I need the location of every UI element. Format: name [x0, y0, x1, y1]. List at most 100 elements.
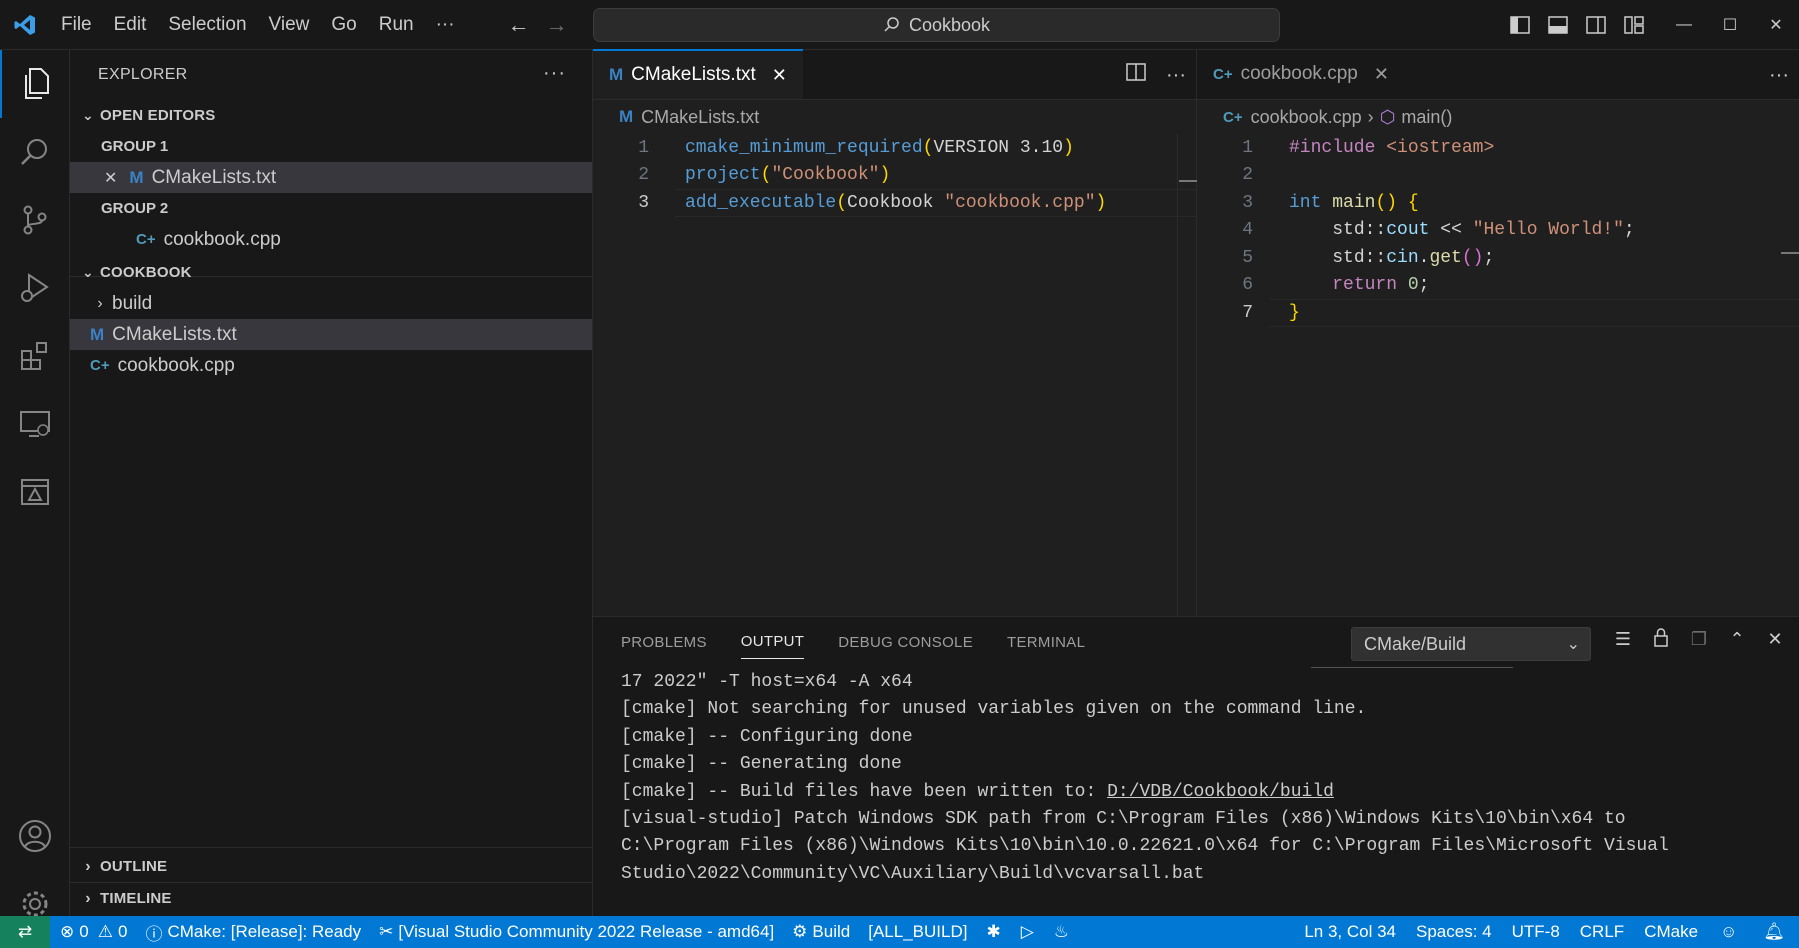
cpp-file-icon: C+ — [90, 357, 110, 374]
maximize-icon[interactable]: ☐ — [1707, 0, 1753, 50]
output-path-link[interactable]: D:/VDB/Cookbook/build — [1107, 782, 1334, 802]
lock-scroll-icon[interactable] — [1649, 627, 1673, 652]
output-line-with-link: [cmake] -- Build files have been written… — [621, 779, 1799, 806]
toggle-secondary-sidebar-icon[interactable] — [1577, 0, 1615, 50]
open-editors-section[interactable]: ⌄ OPEN EDITORS — [70, 100, 592, 131]
encoding[interactable]: UTF-8 — [1502, 916, 1570, 948]
end-of-line[interactable]: CRLF — [1570, 916, 1634, 948]
open-editor-item-cmakelists[interactable]: ✕ M CMakeLists.txt — [70, 162, 592, 193]
group-2-header[interactable]: GROUP 2 — [70, 193, 592, 224]
menu-selection[interactable]: Selection — [157, 14, 257, 36]
open-editors-label: OPEN EDITORS — [100, 107, 216, 124]
maximize-panel-icon[interactable]: ⌃ — [1725, 629, 1749, 650]
more-actions-icon[interactable]: ··· — [1769, 64, 1789, 87]
back-arrow-icon[interactable]: ← — [500, 12, 538, 38]
breadcrumb-file[interactable]: CMakeLists.txt — [641, 107, 759, 128]
build-button[interactable]: ⚙ Build — [783, 916, 859, 948]
menu-file[interactable]: File — [50, 14, 103, 36]
customize-layout-icon[interactable] — [1615, 0, 1653, 50]
ctest-flame-icon[interactable]: ♨ — [1044, 916, 1079, 948]
editor-group-2: C+ cookbook.cpp ✕ ··· C+ cookbook.cpp › … — [1197, 50, 1799, 616]
scrollbar-track[interactable] — [1177, 134, 1178, 616]
forward-arrow-icon[interactable]: → — [538, 12, 576, 38]
notifications-bell-icon[interactable]: 🔔︎ — [1749, 916, 1799, 948]
line-number: 7 — [1242, 302, 1253, 323]
breadcrumb-symbol[interactable]: main() — [1401, 107, 1452, 128]
more-actions-icon[interactable]: ··· — [543, 62, 566, 85]
cmake-kit[interactable]: ✂ [Visual Studio Community 2022 Release -… — [370, 916, 783, 948]
output-text[interactable]: 17 2022" -T host=x64 -A x64 [cmake] Not … — [593, 667, 1799, 888]
launch-play-icon[interactable]: ▷ — [1011, 916, 1044, 948]
command-center-search[interactable]: Cookbook — [593, 8, 1280, 42]
code-editor[interactable]: 1 #include <iostream> 2 3 int main() { 4 s… — [1197, 134, 1799, 327]
folder-label: COOKBOOK — [100, 264, 192, 281]
chevron-down-icon: ⌄ — [82, 107, 94, 123]
tab-cookbook[interactable]: C+ cookbook.cpp ✕ — [1197, 49, 1405, 99]
indentation[interactable]: Spaces: 4 — [1406, 916, 1502, 948]
tab-label: CMakeLists.txt — [631, 64, 756, 85]
sidebar-title: EXPLORER — [98, 66, 188, 83]
open-editor-label: cookbook.cpp — [163, 228, 281, 250]
tree-item-build[interactable]: › build — [70, 288, 592, 319]
open-editor-item-cookbook[interactable]: C+ cookbook.cpp — [70, 224, 592, 255]
close-editor-icon[interactable]: ✕ — [104, 168, 117, 188]
debug-bug-icon[interactable]: ✱ — [976, 916, 1010, 948]
line-number: 3 — [1242, 192, 1253, 213]
search-view-icon[interactable] — [0, 118, 70, 186]
tab-terminal[interactable]: TERMINAL — [1007, 634, 1085, 651]
tab-output[interactable]: OUTPUT — [740, 633, 805, 659]
menu-more[interactable]: ··· — [425, 14, 466, 36]
menu-run[interactable]: Run — [368, 14, 425, 36]
open-output-in-editor-icon[interactable]: ❐ — [1687, 629, 1711, 650]
clear-output-icon[interactable]: ☰ — [1611, 629, 1635, 650]
source-control-icon[interactable] — [0, 186, 70, 254]
close-panel-icon[interactable]: ✕ — [1763, 629, 1787, 650]
close-window-icon[interactable]: ✕ — [1753, 0, 1799, 50]
output-channel-select[interactable]: CMake/Build ⌄ — [1351, 627, 1591, 661]
close-tab-icon[interactable]: ✕ — [1374, 64, 1389, 85]
remote-explorer-icon[interactable] — [0, 390, 70, 458]
feedback-icon[interactable]: ☺ — [1708, 916, 1749, 948]
tree-item-label: build — [112, 292, 153, 314]
tab-problems[interactable]: PROBLEMS — [621, 634, 707, 651]
cookbook-folder-section[interactable]: ⌄ COOKBOOK — [70, 257, 592, 288]
cmake-view-icon[interactable] — [0, 458, 70, 526]
menu-view[interactable]: View — [258, 14, 321, 36]
menu-go[interactable]: Go — [320, 14, 367, 36]
language-mode[interactable]: CMake — [1634, 916, 1708, 948]
accounts-icon[interactable] — [0, 802, 70, 870]
cursor-position[interactable]: Ln 3, Col 34 — [1294, 916, 1406, 948]
build-target[interactable]: [ALL_BUILD] — [859, 916, 976, 948]
close-tab-icon[interactable]: ✕ — [772, 65, 787, 86]
problems-indicator[interactable]: ⊗ 0 ⚠ 0 — [50, 916, 136, 948]
activity-bar — [0, 50, 70, 917]
timeline-section[interactable]: › TIMELINE — [70, 883, 593, 914]
explorer-icon[interactable] — [0, 50, 70, 118]
toggle-panel-icon[interactable] — [1539, 0, 1577, 50]
extensions-icon[interactable] — [0, 322, 70, 390]
output-line: [cmake] -- Build files have been written… — [621, 781, 1108, 802]
minimize-icon[interactable]: — — [1661, 0, 1707, 50]
cmake-status[interactable]: ⓘ CMake: [Release]: Ready — [136, 916, 370, 948]
group-1-header[interactable]: GROUP 1 — [70, 131, 592, 162]
search-icon — [884, 17, 899, 32]
split-editor-icon[interactable] — [1126, 63, 1146, 87]
toggle-primary-sidebar-icon[interactable] — [1501, 0, 1539, 50]
remote-indicator-icon[interactable]: ⇄ — [0, 916, 50, 948]
outline-section[interactable]: › OUTLINE — [70, 851, 593, 882]
breadcrumb-file[interactable]: cookbook.cpp — [1251, 107, 1362, 128]
tab-debug-console[interactable]: DEBUG CONSOLE — [838, 634, 973, 651]
line-number: 5 — [1242, 247, 1253, 268]
menu-edit[interactable]: Edit — [103, 14, 158, 36]
code-editor[interactable]: 1 cmake_minimum_required(VERSION 3.10) 2 p… — [593, 134, 1196, 217]
line-number: 2 — [638, 165, 649, 186]
overview-ruler-marker — [1781, 252, 1799, 254]
code-line: #include <iostream> — [1289, 137, 1495, 158]
tree-item-cmakelists[interactable]: M CMakeLists.txt — [70, 319, 592, 350]
tab-cmakelists[interactable]: M CMakeLists.txt ✕ — [593, 49, 803, 99]
group-2-label: GROUP 2 — [101, 200, 169, 217]
error-icon: ⊗ — [60, 922, 75, 941]
more-actions-icon[interactable]: ··· — [1166, 64, 1186, 87]
tree-item-cookbook[interactable]: C+ cookbook.cpp — [70, 350, 592, 381]
run-and-debug-icon[interactable] — [0, 254, 70, 322]
